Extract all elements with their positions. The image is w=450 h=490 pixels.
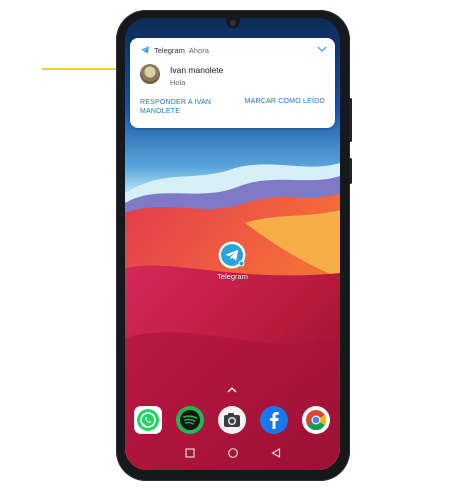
whatsapp-icon[interactable] xyxy=(133,405,163,435)
telegram-notification[interactable]: Telegram Ahora Ivan manolete Hola RESPON… xyxy=(130,38,335,128)
notification-app-name: Telegram xyxy=(154,45,185,55)
notification-message: Hola xyxy=(170,78,186,87)
app-dock xyxy=(133,405,333,435)
square-icon[interactable] xyxy=(184,447,196,459)
chrome-icon[interactable] xyxy=(301,405,331,435)
chevron-down-icon[interactable] xyxy=(317,45,327,53)
navigation-bar xyxy=(125,443,340,463)
notification-sender: Ivan manolete xyxy=(170,65,224,75)
phone-screen: Telegram Ahora Ivan manolete Hola RESPON… xyxy=(125,18,340,470)
reply-button[interactable]: RESPONDER A IVAN MANOLETE xyxy=(140,98,230,116)
front-camera-icon xyxy=(230,20,236,26)
notification-time: Ahora xyxy=(188,45,209,55)
mark-read-button[interactable]: MARCAR COMO LEÍDO xyxy=(245,98,325,105)
camera-icon[interactable] xyxy=(217,405,247,435)
power-button xyxy=(349,158,352,184)
avatar xyxy=(140,64,160,84)
telegram-app-icon[interactable] xyxy=(218,241,246,269)
volume-button xyxy=(349,98,352,142)
spotify-icon[interactable] xyxy=(175,405,205,435)
notification-header: Telegram Ahora xyxy=(140,44,209,56)
telegram-icon xyxy=(141,46,149,54)
back-triangle-icon[interactable] xyxy=(270,447,282,459)
chevron-up-icon[interactable] xyxy=(227,386,237,393)
facebook-icon[interactable] xyxy=(259,405,289,435)
circle-icon[interactable] xyxy=(227,447,239,459)
telegram-app-label: Telegram xyxy=(217,272,248,281)
